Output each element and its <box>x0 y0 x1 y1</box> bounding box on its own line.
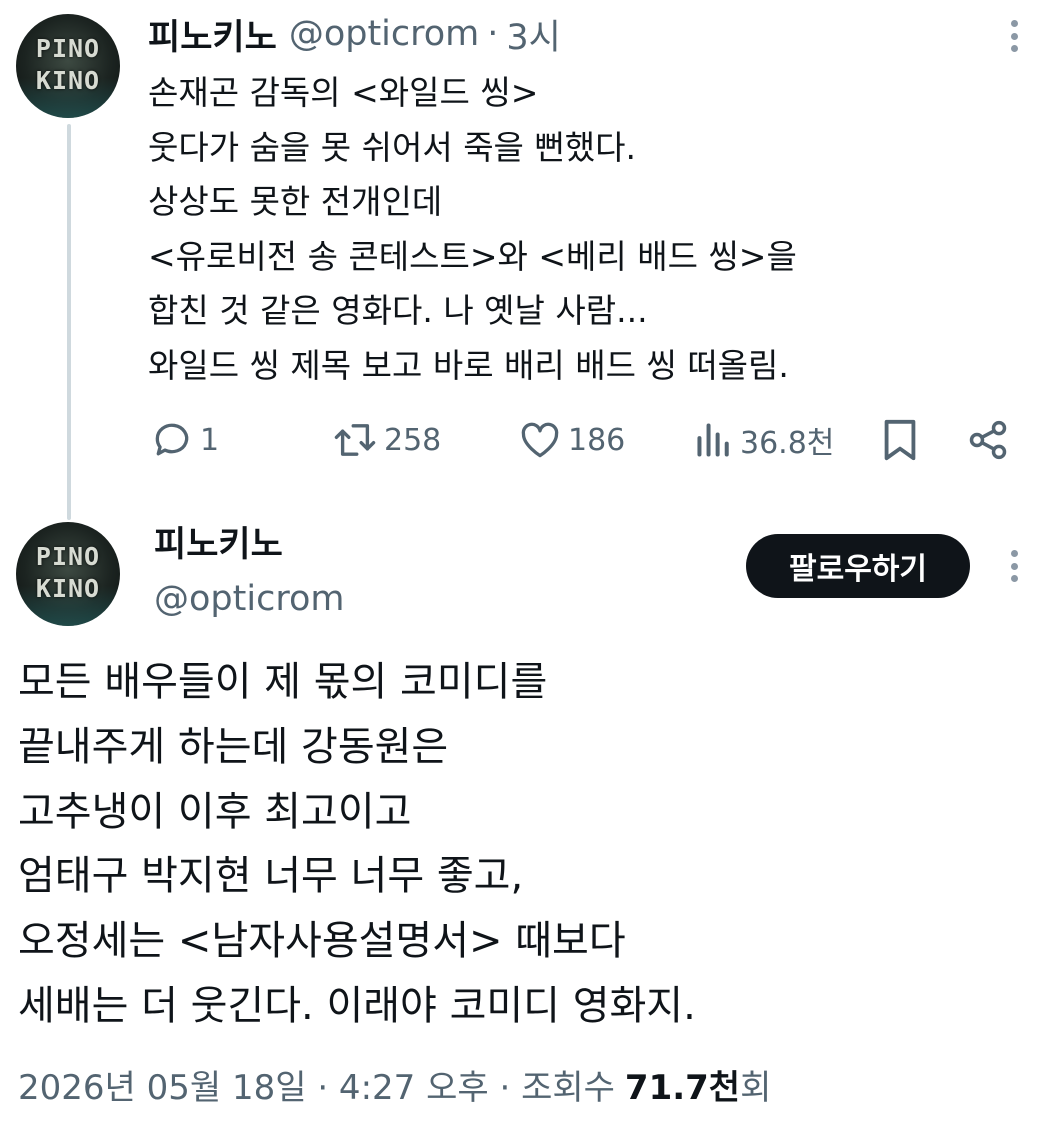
tweet-date-time[interactable]: 2026년 05월 18일 · 4:27 오후 · 조회수 <box>18 1060 615 1109</box>
tweet-text-line: 오정세는 <남자사용설명서> 때보다 <box>18 918 626 965</box>
tweet-text-line: 엄태구 박지현 너무 너무 좋고, <box>18 853 524 900</box>
avatar[interactable]: PINO KINO <box>16 522 120 626</box>
tweet-text-line: 고추냉이 이후 최고이고 <box>18 788 412 835</box>
avatar[interactable]: PINO KINO <box>16 14 120 118</box>
views-chart-icon <box>697 423 729 457</box>
view-count: 71.7천 <box>624 1067 741 1108</box>
separator: · <box>487 14 499 54</box>
avatar-logo-line-1: PINO <box>35 34 101 63</box>
retweet-button[interactable]: 258 <box>332 412 441 468</box>
bookmark-button[interactable] <box>880 412 920 468</box>
views-count: 36.8천 <box>740 426 835 461</box>
tweet-time[interactable]: 3시 <box>506 9 560 60</box>
like-count: 186 <box>568 422 626 458</box>
tweet-actions: 1 258 186 36.8천 <box>150 412 1040 468</box>
author-name[interactable]: 피노키노 <box>154 520 283 570</box>
tweet-header: 피노키노 @opticrom · 3시 <box>148 10 561 58</box>
reply-count: 1 <box>200 422 220 458</box>
views-button[interactable]: 36.8천 <box>694 412 834 468</box>
author-handle[interactable]: @opticrom <box>289 14 479 54</box>
more-dots-icon[interactable] <box>1002 546 1026 586</box>
view-suffix: 회 <box>740 1067 772 1108</box>
tweet-meta: 2026년 05월 18일 · 4:27 오후 · 조회수 71.7천 회 <box>18 1054 771 1114</box>
reply-icon <box>155 423 189 456</box>
tweet-text-line: 합친 것 같은 영화다. 나 옛날 사람... <box>148 291 648 330</box>
author-handle[interactable]: @opticrom <box>154 574 344 624</box>
avatar-logo-line-1: PINO <box>35 542 101 571</box>
avatar-logo-line-2: KINO <box>35 66 101 95</box>
more-dots-icon[interactable] <box>1002 16 1026 56</box>
tweet-text-line: 모든 배우들이 제 몫의 코미디를 <box>18 659 548 705</box>
avatar-logo-line-2: KINO <box>35 574 101 603</box>
tweet-text-line: 세배는 더 웃긴다. 이래야 코미디 영화지. <box>18 982 696 1029</box>
tweet-text-line: 손재곤 감독의 <와일드 씽> <box>148 73 539 112</box>
author-name[interactable]: 피노키노 <box>148 9 277 60</box>
thread-line <box>67 124 71 520</box>
share-icon <box>969 420 1007 460</box>
like-button[interactable]: 186 <box>518 412 625 468</box>
share-button[interactable] <box>966 412 1010 468</box>
retweet-count: 258 <box>384 422 442 458</box>
follow-button[interactable]: 팔로우하기 <box>746 534 970 598</box>
bookmark-icon <box>884 419 916 461</box>
tweet-text: 모든 배우들이 제 몫의 코미디를 끝내주게 하는데 강동원은 고추냉이 이후 … <box>18 650 1038 1039</box>
tweet-text-line: 상상도 못한 전개인데 <box>148 182 443 221</box>
tweet-text-line: 끝내주게 하는데 강동원은 <box>18 723 449 770</box>
tweet-text-line: 웃다가 숨을 못 쉬어서 죽을 뻔했다. <box>148 127 636 167</box>
heart-icon <box>521 422 559 458</box>
tweet-text-line: 와일드 씽 제목 보고 바로 배리 배드 씽 떠올림. <box>148 345 789 385</box>
tweet-text-line: <유로비전 송 콘테스트>와 <베리 배드 씽>을 <box>148 236 797 276</box>
tweet-text: 손재곤 감독의 <와일드 씽> 웃다가 숨을 못 쉬어서 죽을 뻔했다. 상상도… <box>148 66 1028 393</box>
reply-button[interactable]: 1 <box>150 412 219 468</box>
retweet-icon <box>334 424 376 456</box>
